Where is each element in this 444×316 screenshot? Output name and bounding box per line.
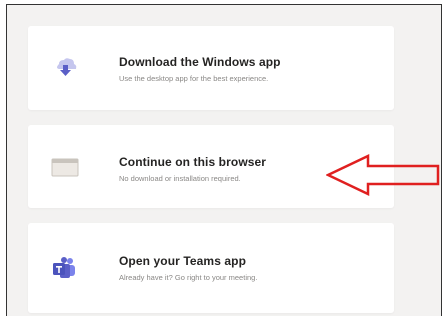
- download-windows-app-option[interactable]: Download the Windows app Use the desktop…: [28, 26, 394, 110]
- option-subtitle: Use the desktop app for the best experie…: [119, 74, 269, 83]
- teams-logo-icon: [50, 256, 80, 280]
- download-icon: [50, 56, 80, 80]
- browser-window-icon: [50, 155, 80, 179]
- option-subtitle: Already have it? Go right to your meetin…: [119, 273, 258, 282]
- option-title: Open your Teams app: [119, 254, 247, 268]
- option-title: Download the Windows app: [119, 55, 281, 69]
- open-teams-app-option[interactable]: Open your Teams app Already have it? Go …: [28, 223, 394, 313]
- left-arrow-annotation: [326, 154, 440, 196]
